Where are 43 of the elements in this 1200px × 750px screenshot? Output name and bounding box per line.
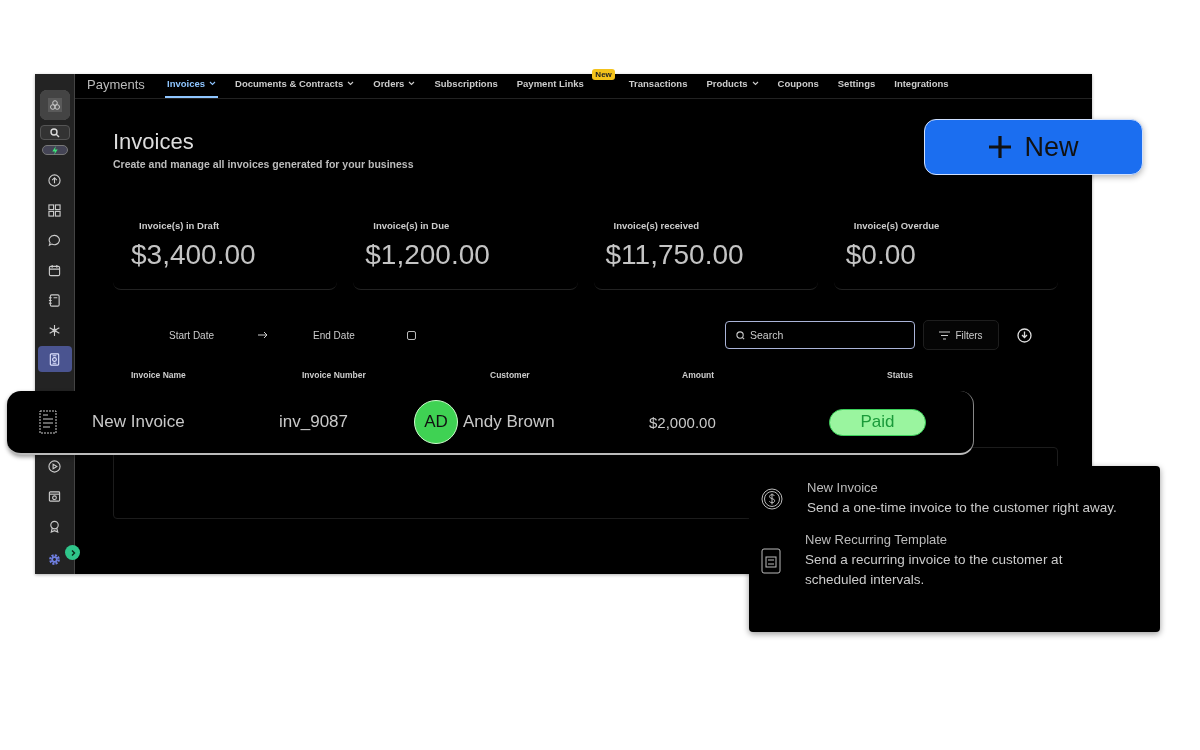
new-badge: New	[592, 69, 615, 80]
menu-item-description: Send a one-time invoice to the customer right away.	[807, 499, 1118, 517]
menu-item-title[interactable]: New Invoice	[807, 480, 1127, 495]
column-header: Invoice Name	[131, 370, 186, 380]
table-row[interactable]: New Invoice inv_9087 AD Andy Brown $2,000.00 Paid	[7, 391, 974, 455]
stat-label: Invoice(s) in Due	[373, 220, 451, 231]
stat-value: $1,200.00	[365, 239, 491, 271]
column-header: Amount	[682, 370, 715, 380]
customer-name: Andy Brown	[463, 412, 555, 432]
menu-item-description: Send a recurring invoice to the customer at scheduled intervals.	[805, 551, 1064, 589]
column-header: Status	[887, 370, 913, 380]
nav-tab[interactable]: Orders	[371, 78, 418, 98]
stat-label: Invoice(s) received	[613, 220, 701, 231]
nav-tab[interactable]: Integrations	[892, 78, 951, 98]
menu-item-title[interactable]: New Recurring Template	[805, 532, 1125, 547]
end-date-field[interactable]: End Date	[313, 329, 355, 341]
invoice-amount: $2,000.00	[649, 413, 716, 431]
search-field[interactable]: Search	[725, 321, 915, 349]
page-title: Invoices	[113, 129, 194, 155]
stat-label: Invoice(s) Overdue	[853, 220, 941, 231]
customer-avatar: AD	[414, 400, 458, 444]
invoice-number: inv_9087	[279, 412, 348, 432]
nav-tab[interactable]: Subscriptions	[432, 78, 500, 98]
start-date-field[interactable]: Start Date	[169, 329, 215, 341]
nav-tab[interactable]: Settings	[835, 78, 878, 98]
filters-button[interactable]: Filters	[923, 320, 999, 350]
column-header: Customer	[490, 370, 530, 380]
invoice-name: New Invoice	[92, 412, 185, 432]
column-header: Invoice Number	[302, 370, 366, 380]
nav-tab[interactable]: Invoices	[165, 78, 219, 98]
stat-value: $11,750.00	[605, 239, 745, 271]
nav-tab[interactable]: Payment Links	[514, 78, 586, 98]
status-badge: Paid	[829, 408, 926, 436]
section-title: Payments	[87, 77, 146, 92]
nav-tab[interactable]: Documents & Contracts	[233, 78, 357, 98]
stat-label: Invoice(s) in Draft	[139, 220, 221, 231]
new-button[interactable]: New	[924, 119, 1143, 175]
nav-tab[interactable]: Transactions	[626, 78, 690, 98]
nav-tab[interactable]: Coupons	[775, 78, 821, 98]
page-subtitle: Create and manage all invoices generated for your business	[113, 158, 414, 170]
stat-value: $0.00	[845, 239, 917, 271]
stat-value: $3,400.00	[131, 239, 257, 271]
nav-tab[interactable]: Products	[704, 78, 761, 98]
